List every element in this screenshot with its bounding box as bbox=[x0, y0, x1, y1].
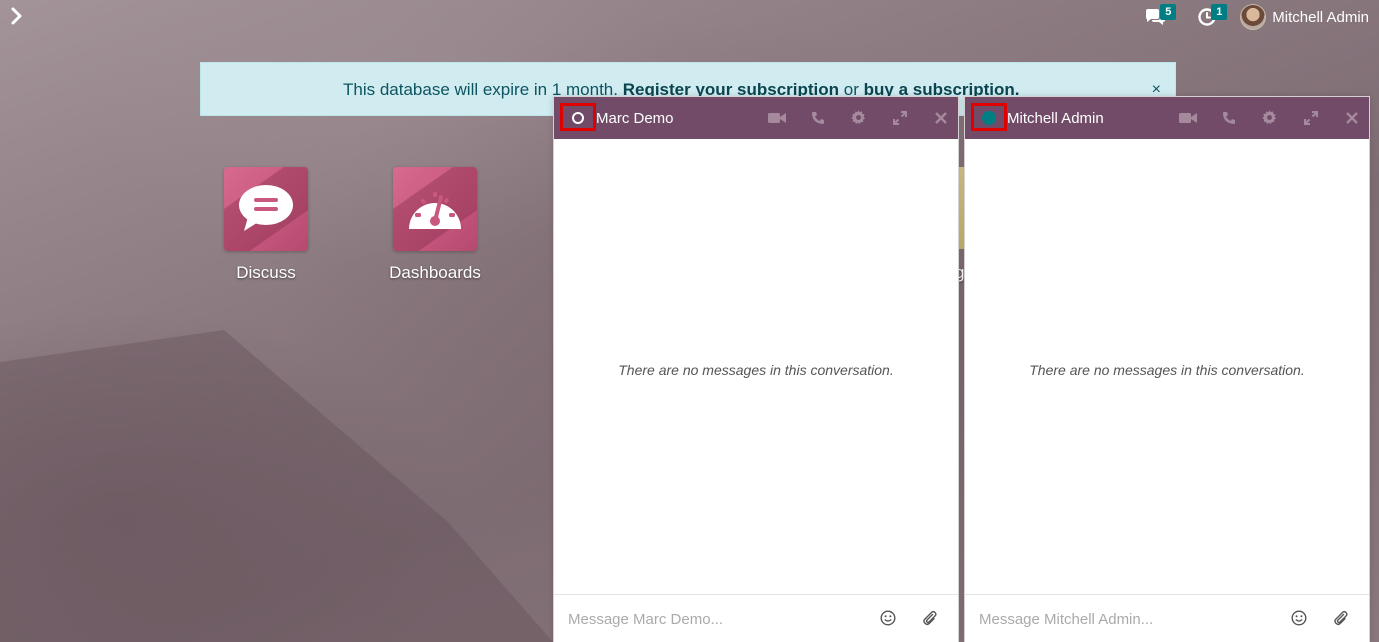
paperclip-icon[interactable] bbox=[1333, 610, 1351, 628]
chat-header[interactable]: Mitchell Admin bbox=[965, 97, 1369, 139]
chat-composer bbox=[554, 594, 958, 642]
empty-conversation-message: There are no messages in this conversati… bbox=[618, 362, 894, 378]
close-icon[interactable] bbox=[1342, 108, 1361, 127]
close-icon[interactable] bbox=[931, 108, 950, 127]
expand-icon[interactable] bbox=[890, 108, 909, 127]
chat-actions bbox=[767, 108, 950, 127]
expand-icon[interactable] bbox=[1301, 108, 1320, 127]
phone-icon[interactable] bbox=[808, 108, 827, 127]
app-label: Dashboards bbox=[389, 263, 481, 282]
chat-thread: There are no messages in this conversati… bbox=[965, 139, 1369, 595]
emoji-icon[interactable] bbox=[1291, 610, 1309, 628]
chat-thread: There are no messages in this conversati… bbox=[554, 139, 958, 595]
chat-window-marc-demo: Marc Demo There are no messages in this … bbox=[553, 96, 959, 642]
chevron-right-icon[interactable] bbox=[10, 5, 32, 27]
chat-title[interactable]: Mitchell Admin bbox=[1007, 110, 1104, 127]
top-navbar: 5 1 Mitchell Admin bbox=[0, 0, 1379, 34]
away-status-icon bbox=[572, 112, 584, 124]
message-input[interactable] bbox=[568, 609, 868, 629]
activities-count-badge: 1 bbox=[1211, 4, 1228, 20]
status-highlight-box bbox=[971, 103, 1007, 131]
chat-actions bbox=[1178, 108, 1361, 127]
chat-header[interactable]: Marc Demo bbox=[554, 97, 958, 139]
messages-count-badge: 5 bbox=[1160, 4, 1177, 20]
message-input[interactable] bbox=[979, 609, 1279, 629]
chat-title[interactable]: Marc Demo bbox=[596, 110, 674, 127]
user-name: Mitchell Admin bbox=[1272, 8, 1369, 26]
phone-icon[interactable] bbox=[1219, 108, 1238, 127]
emoji-icon[interactable] bbox=[880, 610, 898, 628]
empty-conversation-message: There are no messages in this conversati… bbox=[1029, 362, 1305, 378]
video-camera-icon[interactable] bbox=[767, 108, 786, 127]
online-status-icon bbox=[982, 111, 996, 125]
user-menu[interactable]: Mitchell Admin bbox=[1240, 4, 1369, 30]
app-label: Discuss bbox=[236, 263, 296, 282]
speech-bubble-icon bbox=[224, 167, 308, 251]
chat-window-mitchell-admin: Mitchell Admin There are no messages in … bbox=[964, 96, 1370, 642]
gear-icon[interactable] bbox=[849, 108, 868, 127]
chat-composer bbox=[965, 594, 1369, 642]
activity-menu[interactable]: 1 bbox=[1198, 4, 1228, 26]
messaging-menu[interactable]: 5 bbox=[1144, 4, 1177, 26]
avatar bbox=[1240, 4, 1267, 30]
status-highlight-box bbox=[560, 103, 596, 131]
paperclip-icon[interactable] bbox=[922, 610, 940, 628]
systray: 5 1 Mitchell Admin bbox=[1144, 2, 1369, 32]
app-dashboards[interactable]: Dashboards bbox=[375, 167, 495, 283]
video-camera-icon[interactable] bbox=[1178, 108, 1197, 127]
app-discuss[interactable]: Discuss bbox=[206, 167, 326, 283]
speedometer-icon bbox=[393, 167, 477, 251]
gear-icon[interactable] bbox=[1260, 108, 1279, 127]
